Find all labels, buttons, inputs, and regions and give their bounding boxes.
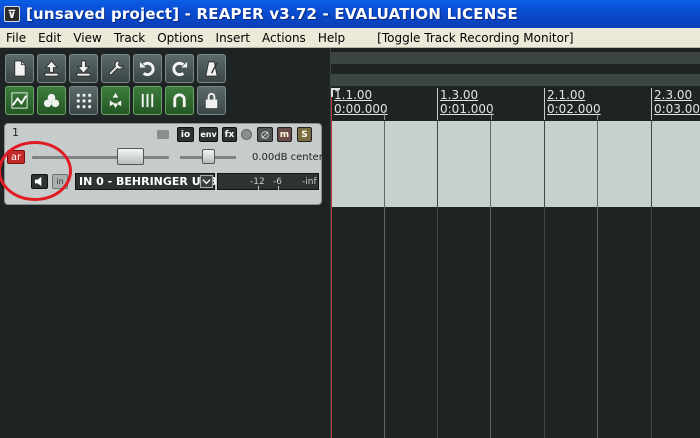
grid-line [490, 121, 491, 438]
ruler-tick [597, 110, 598, 120]
menu-file[interactable]: File [0, 28, 32, 48]
metronome-button[interactable] [197, 54, 226, 83]
ruler-bar-label: 2.1.00 [547, 88, 586, 102]
ripple-edit-button[interactable] [37, 86, 66, 115]
ruler-bar-label: 1.3.00 [440, 88, 479, 102]
ruler-time-label: 0:03.00 [654, 102, 700, 116]
open-project-button[interactable] [37, 54, 66, 83]
ripple-edit-icon [43, 93, 60, 108]
settings-wrench-icon [108, 60, 124, 76]
open-project-icon [44, 60, 59, 77]
ruler-bar-line [437, 88, 438, 120]
phase-invert-button[interactable] [257, 127, 273, 142]
loop-icon [173, 93, 186, 108]
ruler-marker: 2.3.00 0:03.00 [654, 88, 700, 116]
menu-help[interactable]: Help [312, 28, 351, 48]
menu-actions[interactable]: Actions [256, 28, 312, 48]
grid-line [597, 121, 598, 438]
track-number: 1 [12, 126, 19, 139]
solo-button[interactable]: S [297, 127, 312, 142]
io-button[interactable]: io [177, 127, 194, 142]
folder-icon[interactable] [157, 130, 169, 139]
meter-tick [258, 186, 259, 190]
menu-view[interactable]: View [67, 28, 107, 48]
ruler-tick [491, 110, 492, 120]
redo-icon [172, 61, 188, 77]
lock-button[interactable] [197, 86, 226, 115]
item-grouping-icon [141, 93, 154, 108]
menu-edit[interactable]: Edit [32, 28, 67, 48]
window-title: [unsaved project] - REAPER v3.72 - EVALU… [26, 5, 518, 23]
ruler-marker: 2.1.00 0:02.000 [547, 88, 601, 116]
ruler-time-label: 0:00.000 [334, 102, 388, 116]
metronome-icon [205, 61, 218, 77]
mute-button[interactable]: m [277, 127, 292, 142]
edit-cursor[interactable] [331, 88, 332, 438]
record-input-select[interactable]: IN 0 - BEHRINGER USB [75, 173, 217, 190]
main-toolbar [5, 54, 227, 118]
ruler-bar-label: 1.1.00 [334, 88, 373, 102]
menu-options[interactable]: Options [151, 28, 209, 48]
lock-icon [205, 92, 218, 109]
ruler-time-label: 0:02.000 [547, 102, 601, 116]
menu-track[interactable]: Track [108, 28, 151, 48]
redo-button[interactable] [165, 54, 194, 83]
snap-icon [11, 92, 28, 109]
new-project-icon [14, 60, 26, 77]
timeline-scroll-strip[interactable] [331, 52, 700, 64]
envelope-button[interactable]: env [199, 127, 218, 142]
item-grouping-button[interactable] [133, 86, 162, 115]
menu-bar: File Edit View Track Options Insert Acti… [0, 28, 700, 48]
meter-tick [278, 186, 279, 190]
grid-icon [76, 93, 92, 109]
chevron-down-icon[interactable] [200, 175, 213, 188]
ruler-bar-line [651, 88, 652, 120]
undo-button[interactable] [133, 54, 162, 83]
loop-toggle-button[interactable] [165, 86, 194, 115]
ruler-marker: 1.3.00 0:01.000 [440, 88, 494, 116]
grid-line [437, 121, 438, 438]
grid-toggle-button[interactable] [69, 86, 98, 115]
grid-line [544, 121, 545, 438]
save-project-button[interactable] [69, 54, 98, 83]
last-action-label: [Toggle Track Recording Monitor] [377, 30, 574, 45]
envelope-points-button[interactable] [101, 86, 130, 115]
play-cursor-marker[interactable] [331, 88, 340, 97]
ruler-tick [384, 110, 385, 120]
meter-label-inf: -inf [302, 177, 317, 187]
region-marker-lane[interactable] [331, 74, 700, 86]
grid-line [384, 121, 385, 438]
snap-toggle-button[interactable] [5, 86, 34, 115]
highlight-circle-annotation [0, 141, 72, 201]
menu-insert[interactable]: Insert [210, 28, 256, 48]
volume-pan-readout: 0.00dB center [252, 152, 323, 163]
save-project-icon [76, 60, 91, 77]
undo-icon [139, 61, 155, 77]
new-project-button[interactable] [5, 54, 34, 83]
ruler-bar-line [544, 88, 545, 120]
fx-button[interactable]: fx [222, 127, 237, 142]
envelope-lock-icon [109, 92, 122, 109]
pan-slider-handle[interactable] [202, 149, 215, 164]
volume-slider-handle[interactable] [117, 148, 144, 165]
ruler-time-label: 0:01.000 [440, 102, 494, 116]
ruler-marker: 1.1.00 0:00.000 [334, 88, 388, 116]
preferences-button[interactable] [101, 54, 130, 83]
record-input-value: IN 0 - BEHRINGER USB [79, 175, 217, 188]
track-lane[interactable] [331, 121, 700, 207]
phase-icon [261, 130, 269, 139]
timeline-ruler[interactable]: 1.1.00 0:00.000 1.3.00 0:01.000 2.1.00 0… [331, 88, 700, 120]
title-bar[interactable]: ⊽ [unsaved project] - REAPER v3.72 - EVA… [0, 0, 700, 28]
track-level-meter: -12 -6 -inf [217, 173, 319, 190]
ruler-bar-label: 2.3.00 [654, 88, 693, 102]
fx-bypass-icon[interactable] [241, 129, 252, 140]
grid-line [651, 121, 652, 438]
reaper-logo-icon: ⊽ [4, 6, 20, 22]
